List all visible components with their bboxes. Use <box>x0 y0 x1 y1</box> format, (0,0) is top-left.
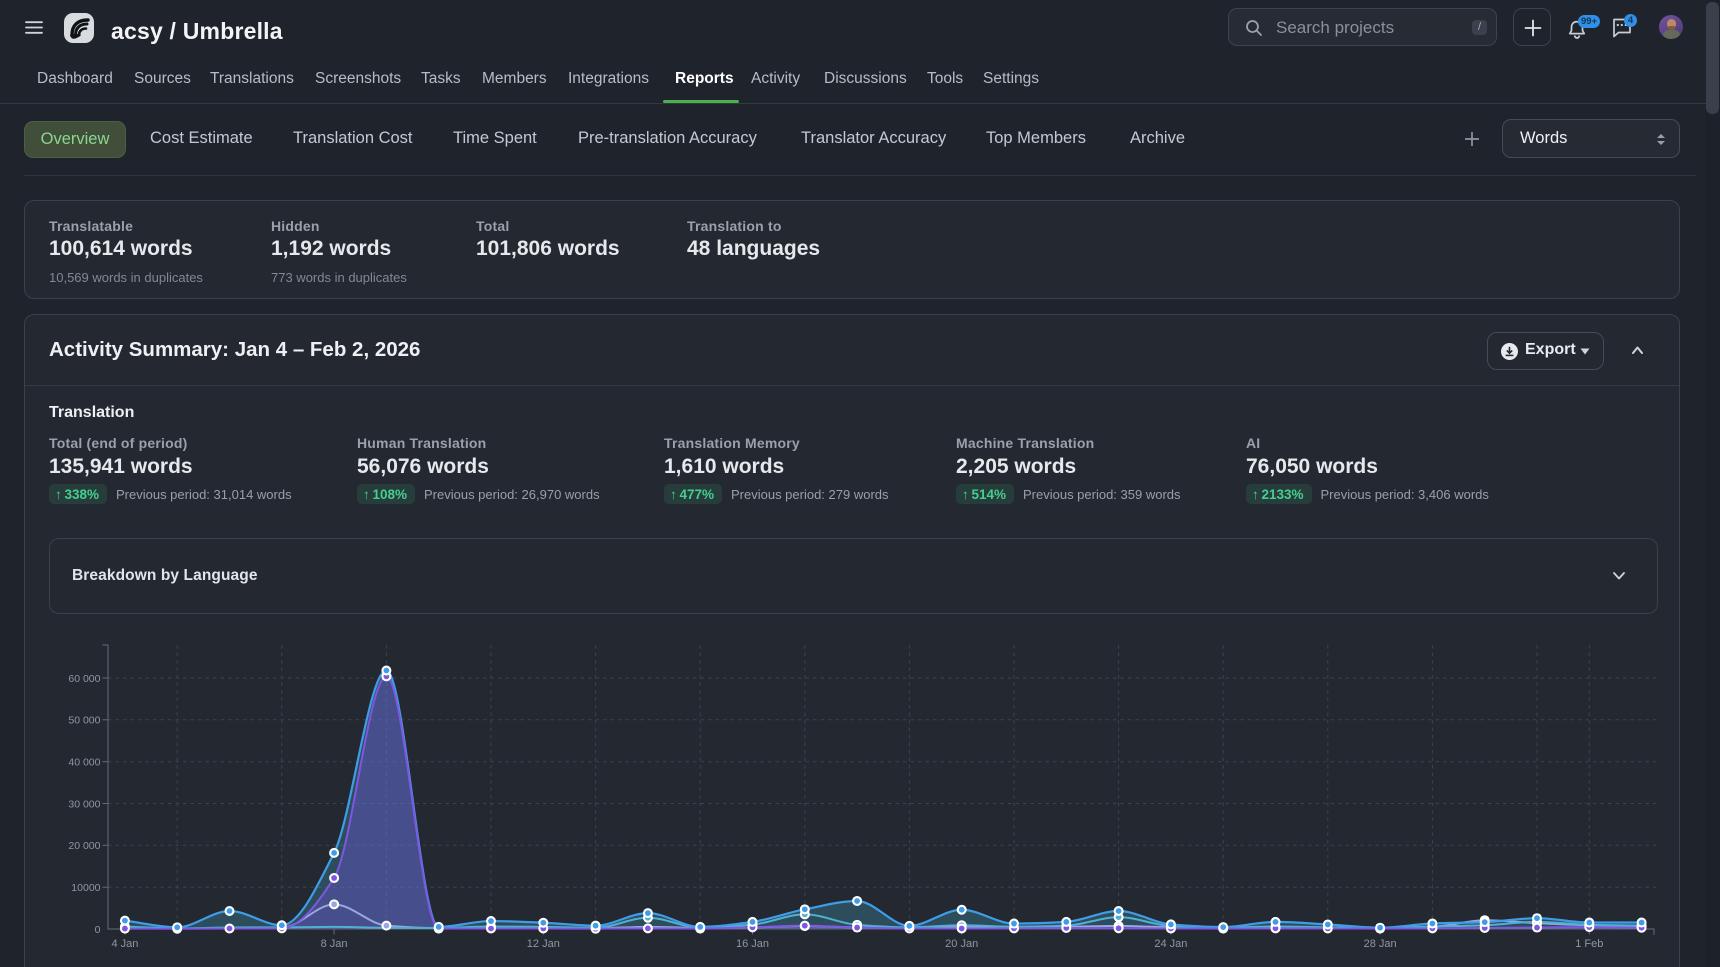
svg-text:4 Jan: 4 Jan <box>111 938 138 950</box>
svg-text:16 Jan: 16 Jan <box>736 938 769 950</box>
svg-text:20 Jan: 20 Jan <box>945 938 978 950</box>
svg-text:24 Jan: 24 Jan <box>1154 938 1187 950</box>
svg-text:12 Jan: 12 Jan <box>527 938 560 950</box>
svg-text:50 000: 50 000 <box>68 715 100 727</box>
svg-text:10000: 10000 <box>71 882 100 894</box>
svg-text:30 000: 30 000 <box>68 798 100 810</box>
svg-text:0: 0 <box>95 924 101 936</box>
svg-text:40 000: 40 000 <box>68 757 100 769</box>
svg-text:60 000: 60 000 <box>68 673 100 685</box>
svg-text:8 Jan: 8 Jan <box>321 938 348 950</box>
svg-text:1 Feb: 1 Feb <box>1575 938 1603 950</box>
svg-text:20 000: 20 000 <box>68 840 100 852</box>
svg-text:28 Jan: 28 Jan <box>1364 938 1397 950</box>
